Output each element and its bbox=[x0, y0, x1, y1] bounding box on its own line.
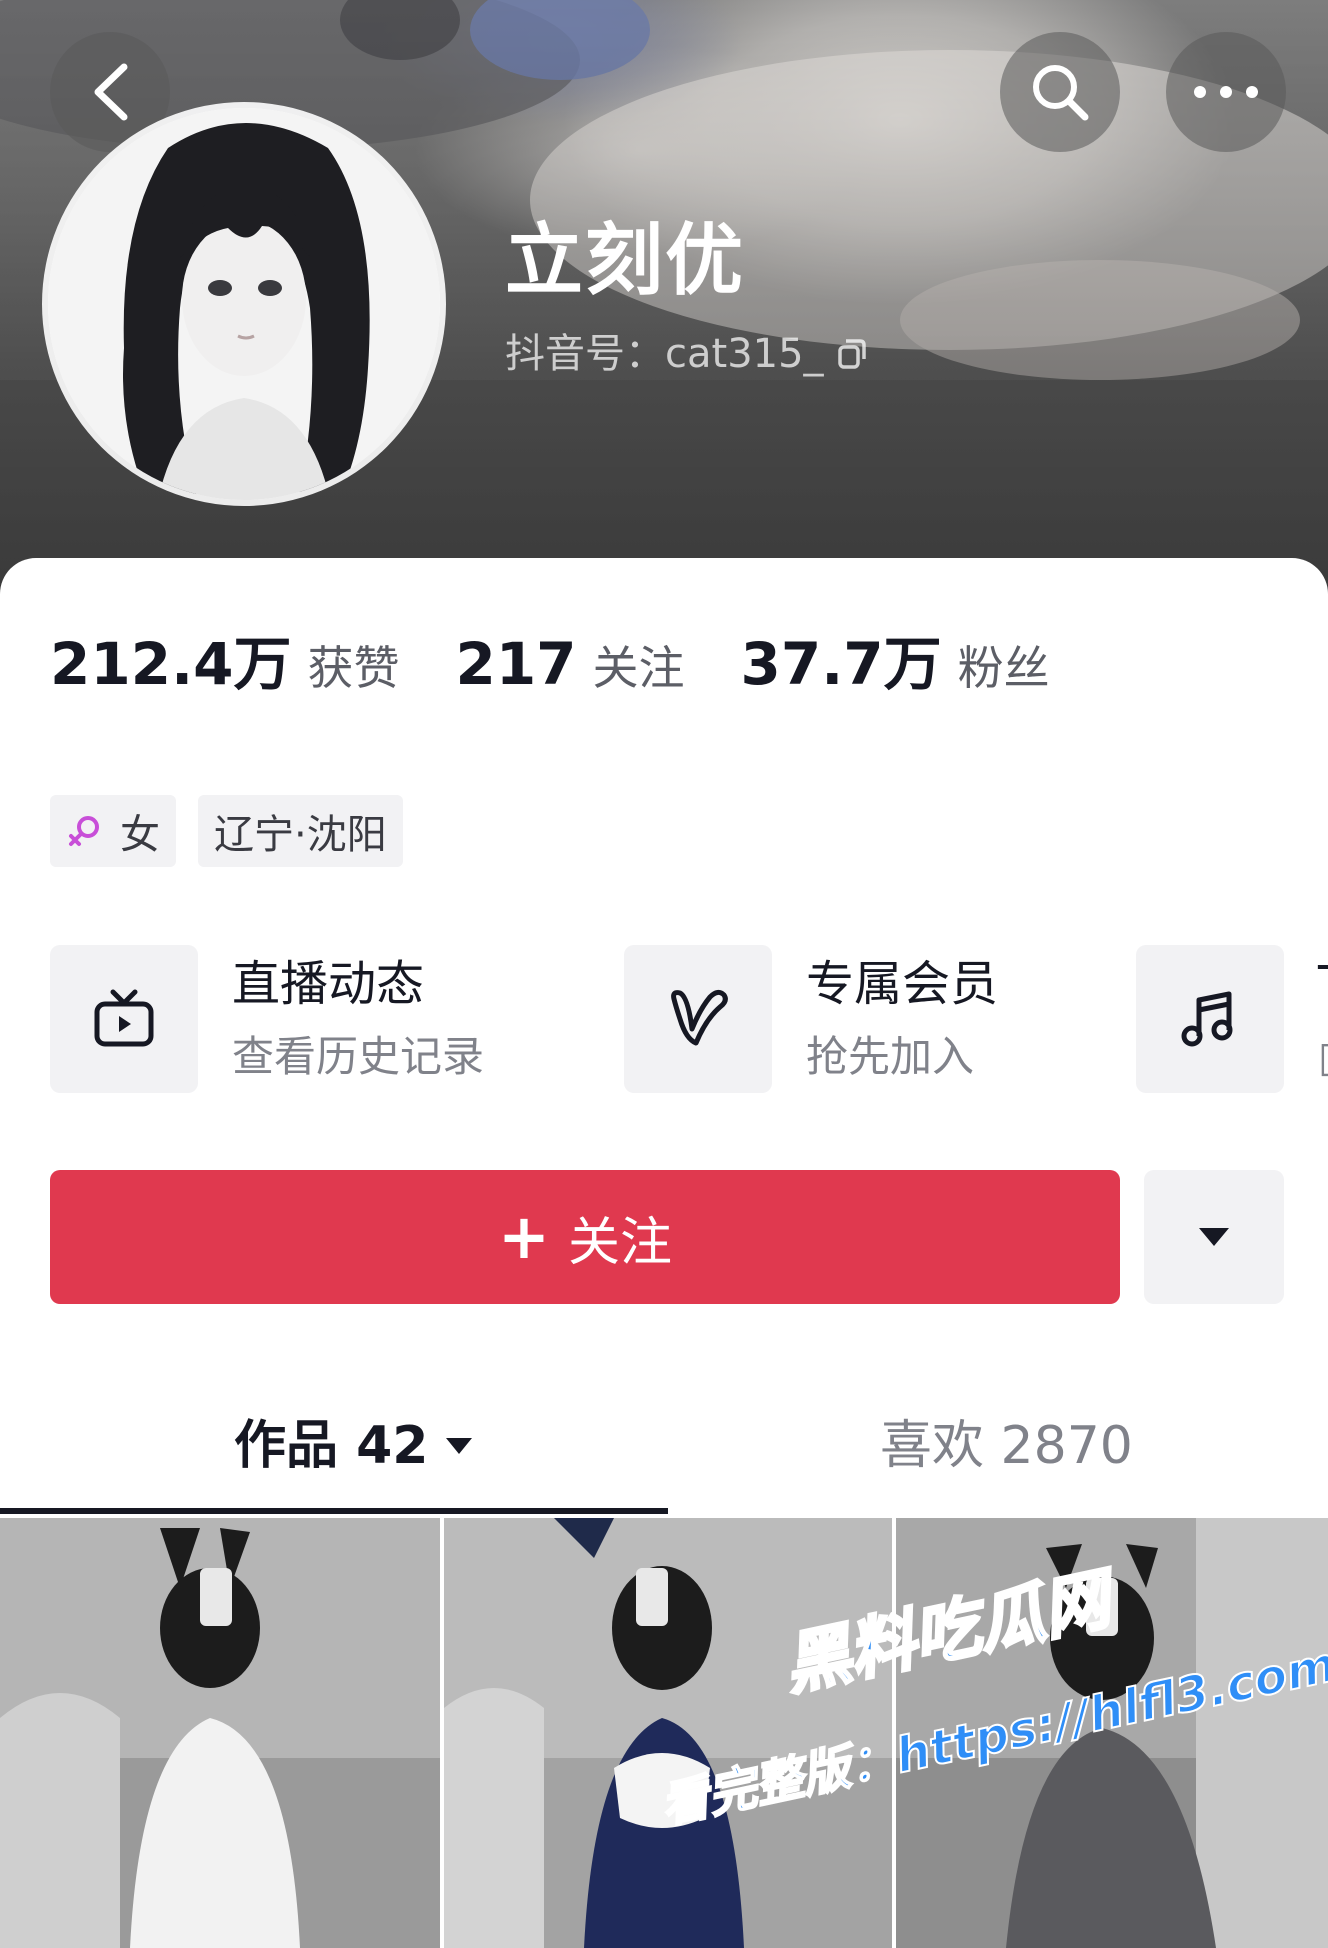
more-dots-icon bbox=[1193, 85, 1259, 99]
profile-nickname: 立刻优 bbox=[505, 216, 746, 306]
tab-likes-label: 喜欢 2870 bbox=[880, 1416, 1133, 1476]
stat-likes[interactable]: 212.4万 获赞 bbox=[50, 635, 399, 693]
feature-live-title: 直播动态 bbox=[232, 956, 425, 1012]
caret-down-icon bbox=[1196, 1225, 1232, 1249]
tv-icon bbox=[50, 945, 198, 1093]
caret-down-icon bbox=[444, 1436, 474, 1456]
stat-following-value: 217 bbox=[455, 630, 577, 698]
chevron-left-icon bbox=[86, 61, 134, 123]
search-button[interactable] bbox=[1000, 32, 1120, 152]
douyin-id-value: cat315_ bbox=[665, 331, 824, 377]
recommend-dropdown-button[interactable] bbox=[1144, 1170, 1284, 1304]
feature-live-subtitle: 查看历史记录 bbox=[232, 1032, 485, 1081]
plus-icon: + bbox=[498, 1200, 550, 1273]
copy-icon[interactable] bbox=[836, 337, 868, 371]
feature-live-history[interactable]: 直播动态 查看历史记录 bbox=[50, 945, 484, 1093]
feature-membership-title: 专属会员 bbox=[806, 956, 999, 1012]
gender-tag-label: 女 bbox=[120, 812, 160, 858]
feature-membership[interactable]: 专属会员 抢先加入 bbox=[624, 945, 998, 1093]
watermark-url: 看完整版：https://hlfl3.com bbox=[655, 1635, 1328, 1835]
profile-tags: 女 辽宁·沈阳 bbox=[50, 795, 425, 867]
location-tag: 辽宁·沈阳 bbox=[198, 795, 403, 867]
stat-following[interactable]: 217 关注 bbox=[455, 635, 684, 693]
stat-followers-label: 粉丝 bbox=[957, 641, 1050, 695]
feature-membership-subtitle: 抢先加入 bbox=[806, 1032, 975, 1081]
douyin-id[interactable]: 抖音号： cat315_ bbox=[505, 334, 868, 374]
stat-likes-label: 获赞 bbox=[307, 641, 400, 695]
location-tag-label: 辽宁·沈阳 bbox=[214, 812, 387, 858]
music-note-icon bbox=[1136, 945, 1284, 1093]
stat-followers-value: 37.7万 bbox=[740, 630, 942, 698]
follow-button-label: 关注 bbox=[567, 1212, 672, 1273]
profile-stats: 212.4万 获赞 217 关注 37.7万 粉丝 bbox=[50, 635, 1106, 693]
video-thumbnail[interactable] bbox=[0, 1518, 440, 1948]
active-tab-indicator bbox=[0, 1508, 668, 1514]
tab-likes[interactable]: 喜欢 2870 bbox=[880, 1420, 1133, 1472]
profile-tabs: 作品 42 喜欢 2870 bbox=[0, 1400, 1328, 1520]
stat-likes-value: 212.4万 bbox=[50, 630, 292, 698]
feature-entries: 直播动态 查看历史记录 专属会员 抢先加入 T □ bbox=[50, 945, 1328, 1095]
heart-v-icon bbox=[624, 945, 772, 1093]
douyin-id-label: 抖音号： bbox=[505, 331, 665, 377]
avatar[interactable] bbox=[48, 108, 440, 500]
tab-works-label: 作品 42 bbox=[234, 1416, 429, 1476]
feature-music[interactable]: T □ bbox=[1136, 945, 1328, 1093]
gender-tag: 女 bbox=[50, 795, 176, 867]
follow-button[interactable]: + 关注 bbox=[50, 1170, 1120, 1304]
stat-following-label: 关注 bbox=[592, 641, 685, 695]
tab-works[interactable]: 作品 42 bbox=[234, 1420, 474, 1472]
more-options-button[interactable] bbox=[1166, 32, 1286, 152]
feature-music-title: T bbox=[1318, 960, 1328, 1008]
search-icon bbox=[1029, 61, 1091, 123]
feature-music-subtitle: □ bbox=[1318, 1036, 1328, 1078]
female-icon bbox=[66, 812, 104, 850]
stat-followers[interactable]: 37.7万 粉丝 bbox=[741, 635, 1050, 693]
